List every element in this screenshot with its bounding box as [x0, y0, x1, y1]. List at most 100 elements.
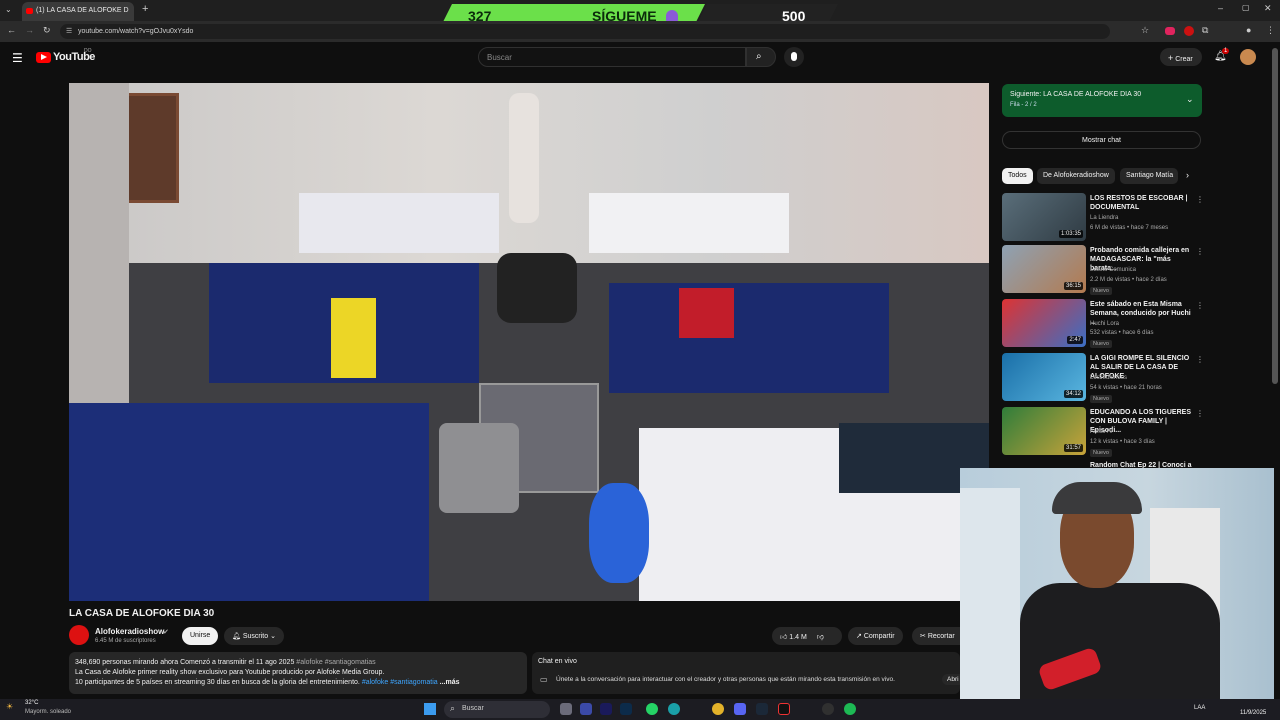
more-link[interactable]: ...más — [440, 679, 460, 686]
recommendation-thumbnail[interactable]: 31:57 — [1002, 407, 1086, 455]
bookmark-star-icon[interactable]: ☆ — [1141, 25, 1149, 36]
file-explorer-icon[interactable] — [580, 703, 592, 715]
scene-person — [509, 93, 539, 223]
taskbar-search-label: Buscar — [462, 705, 484, 712]
recommendation-thumbnail[interactable]: 36:15 — [1002, 245, 1086, 293]
weather-icon[interactable]: ☀ — [6, 702, 13, 711]
browser-tab-active[interactable]: (1) LA CASA DE ALOFOKE D — [22, 2, 134, 21]
new-badge: Nuevo — [1090, 395, 1112, 403]
live-chat-box: Chat en vivo ▭ Únete a la conversación p… — [532, 652, 964, 694]
subscriber-count: 6.45 M de suscriptores — [95, 638, 156, 644]
video-title: LA CASA DE ALOFOKE DIA 30 — [69, 608, 215, 619]
profile-icon[interactable]: ● — [1246, 25, 1251, 35]
hamburger-menu-icon[interactable]: ☰ — [12, 51, 23, 65]
tab-title: (1) LA CASA DE ALOFOKE D — [36, 7, 129, 14]
spotify-icon[interactable] — [844, 703, 856, 715]
description-box[interactable]: 348,690 personas mirando ahora Comenzó a… — [69, 652, 527, 694]
new-tab-icon[interactable]: + — [142, 3, 148, 15]
recommendation-channel[interactable]: Luisito Comunica — [1090, 267, 1136, 273]
recommendation-meta: 2.2 M de vistas • hace 2 días — [1090, 277, 1167, 283]
share-button[interactable]: ↗ Compartir — [848, 627, 903, 645]
share-icon: ↗ — [856, 633, 862, 640]
webcam-door — [960, 488, 1020, 706]
description-hashtags-2[interactable]: #alofoke #santiagomatia — [362, 679, 438, 686]
recommendation-title[interactable]: LOS RESTOS DE ESCOBAR | DOCUMENTAL — [1090, 194, 1194, 212]
scene-blue-plush — [589, 483, 649, 583]
minimize-icon[interactable]: – — [1218, 3, 1223, 13]
task-view-icon[interactable] — [560, 703, 572, 715]
edge-icon[interactable] — [668, 703, 680, 715]
photoshop-icon[interactable] — [620, 703, 632, 715]
new-badge: Nuevo — [1090, 340, 1112, 348]
maximize-icon[interactable]: ▢ — [1242, 3, 1250, 12]
start-windows-icon[interactable] — [424, 703, 436, 715]
url-field[interactable]: ☰ youtube.com/watch?v=gOJvu0xYsdo — [60, 24, 1110, 39]
search-button[interactable]: ⌕ — [746, 47, 776, 67]
webcam-overlay — [960, 468, 1274, 706]
recommendation-meta: 54 k vistas • hace 21 horas — [1090, 385, 1162, 391]
chip-channel[interactable]: De Alofokeradioshow — [1037, 168, 1115, 184]
reload-icon[interactable]: ↻ — [43, 25, 51, 36]
show-chat-button[interactable]: Mostrar chat — [1002, 131, 1201, 149]
scene-hamper — [439, 423, 519, 513]
chip-all[interactable]: Todos — [1002, 168, 1033, 184]
recommendation-thumbnail[interactable]: 1:03:35 — [1002, 193, 1086, 241]
browser-menu-icon[interactable]: ⋮ — [1266, 25, 1275, 36]
create-button[interactable]: + Crear — [1160, 48, 1202, 66]
recommendation-thumbnail[interactable]: 2:47 — [1002, 299, 1086, 347]
like-button[interactable]: 👍︎ 1.4 M 👎︎ — [772, 627, 842, 645]
recommendation-channel[interactable]: Huchi Lora — [1090, 321, 1119, 327]
voice-search-button[interactable] — [784, 47, 804, 67]
next-up-panel[interactable]: Siguiente: LA CASA DE ALOFOKE DIA 30 Fil… — [1002, 84, 1202, 117]
scene-yellow-clothes — [331, 298, 376, 378]
extensions-puzzle-icon[interactable]: ⧉ — [1202, 25, 1208, 36]
more-options-icon[interactable]: ⋮ — [1196, 409, 1204, 418]
site-info-icon[interactable]: ☰ — [66, 27, 72, 35]
recommendation-meta: 12 k vistas • hace 3 días — [1090, 439, 1155, 445]
whatsapp-icon[interactable] — [646, 703, 658, 715]
extension-icon[interactable] — [1165, 27, 1175, 35]
tab-menu-icon[interactable]: ⌄ — [5, 5, 12, 14]
obs-icon[interactable] — [822, 703, 834, 715]
close-window-icon[interactable]: ✕ — [1264, 3, 1272, 14]
back-icon[interactable]: ← — [7, 25, 16, 35]
channel-name[interactable]: Alofokeradioshow — [95, 627, 164, 636]
recommendation-channel[interactable]: AtecoTV — [1090, 429, 1113, 435]
chip-scroll-right-icon[interactable]: › — [1186, 170, 1189, 180]
chip-santiago[interactable]: Santiago Matía — [1120, 168, 1178, 184]
tiktok-icon[interactable] — [778, 703, 790, 715]
forward-icon[interactable]: → — [25, 25, 34, 35]
chrome-icon[interactable] — [712, 703, 724, 715]
search-input[interactable]: Buscar — [478, 47, 746, 67]
queue-position: Fila - 2 / 2 — [1010, 102, 1037, 108]
recommendation-channel[interactable]: LosJediondos — [1090, 375, 1127, 381]
lang-indicator[interactable]: LAA — [1194, 705, 1205, 711]
taskbar-search[interactable]: ⌕ Buscar — [444, 701, 550, 718]
chevron-down-icon: ⌄ — [270, 633, 276, 640]
clip-button[interactable]: ✂ Recortar — [912, 627, 960, 645]
recommendation-channel[interactable]: La Liendra — [1090, 215, 1118, 221]
more-options-icon[interactable]: ⋮ — [1196, 195, 1204, 204]
premiere-icon[interactable] — [600, 703, 612, 715]
more-options-icon[interactable]: ⋮ — [1196, 355, 1204, 364]
description-hashtags[interactable]: #alofoke #santiagomatias — [296, 659, 375, 666]
video-player[interactable] — [69, 83, 989, 601]
discord-icon[interactable] — [734, 703, 746, 715]
channel-avatar[interactable] — [69, 625, 89, 645]
extension-record-icon[interactable] — [1184, 26, 1194, 36]
steam-icon[interactable] — [756, 703, 768, 715]
recommendation-meta: 532 vistas • hace 6 días — [1090, 330, 1154, 336]
recommendation-thumbnail[interactable]: 34:12 — [1002, 353, 1086, 401]
clock-date[interactable]: 11/9/2025 — [1240, 710, 1266, 716]
join-button[interactable]: Unirse — [182, 627, 219, 645]
url-text: youtube.com/watch?v=gOJvu0xYsdo — [78, 28, 194, 35]
subscribed-button[interactable]: 🔔︎ Suscrito ⌄ — [224, 627, 284, 645]
search-icon: ⌕ — [756, 51, 762, 62]
account-avatar[interactable] — [1240, 49, 1256, 65]
more-options-icon[interactable]: ⋮ — [1196, 301, 1204, 310]
chevron-down-icon[interactable]: ⌄ — [1186, 94, 1194, 105]
page-scrollbar[interactable] — [1272, 48, 1278, 384]
more-options-icon[interactable]: ⋮ — [1196, 247, 1204, 256]
subscribed-label: Suscrito — [242, 633, 269, 640]
thumbs-down-icon[interactable]: 👎︎ — [817, 634, 824, 641]
